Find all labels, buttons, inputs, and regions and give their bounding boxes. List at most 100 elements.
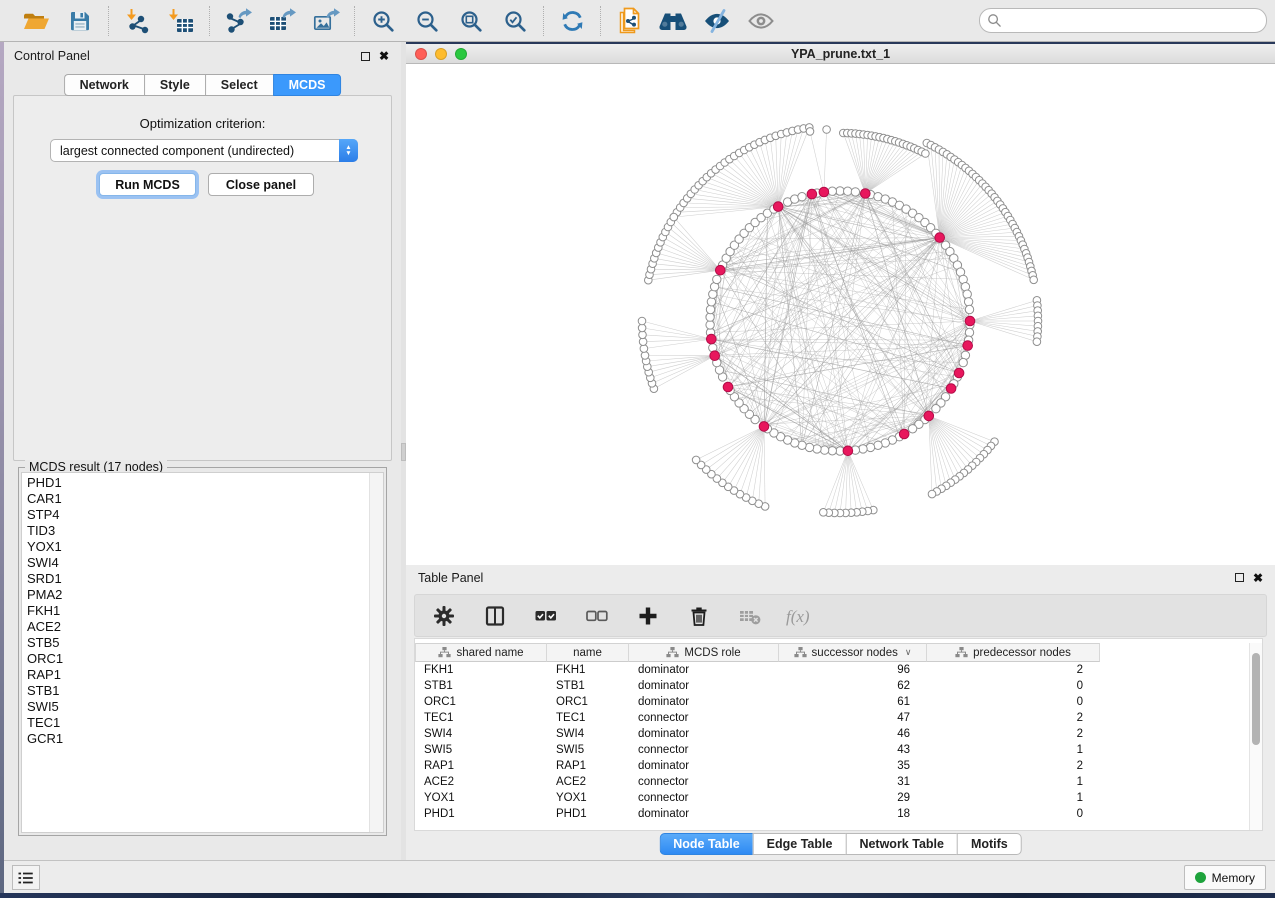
cell-shared-name[interactable]: ORC1	[415, 696, 547, 708]
cell-predecessor-nodes[interactable]: 1	[927, 792, 1100, 804]
cell-shared-name[interactable]: SWI5	[415, 744, 547, 756]
scrollbar-thumb[interactable]	[1252, 653, 1260, 745]
cell-name[interactable]: PHD1	[547, 808, 629, 820]
cell-successor-nodes[interactable]: 61	[779, 696, 927, 708]
task-history-button[interactable]	[12, 865, 40, 890]
cell-successor-nodes[interactable]: 46	[779, 728, 927, 740]
result-item[interactable]: SWI4	[27, 555, 383, 571]
cell-mcds-role[interactable]: connector	[629, 776, 779, 788]
tab-edge-table[interactable]: Edge Table	[753, 833, 846, 855]
add-button[interactable]	[633, 601, 663, 631]
save-button[interactable]	[65, 6, 95, 36]
table-row[interactable]: SWI5SWI5connector431	[415, 742, 1248, 758]
cell-mcds-role[interactable]: dominator	[629, 728, 779, 740]
cell-shared-name[interactable]: PHD1	[415, 808, 547, 820]
cell-shared-name[interactable]: RAP1	[415, 760, 547, 772]
table-row[interactable]: PHD1PHD1dominator180	[415, 806, 1248, 822]
optimization-select[interactable]: largest connected component (undirected)…	[50, 139, 358, 162]
run-mcds-button[interactable]: Run MCDS	[99, 173, 196, 196]
delete-table-button[interactable]	[735, 601, 765, 631]
table-row[interactable]: SWI4SWI4dominator462	[415, 726, 1248, 742]
export-image-button[interactable]	[311, 6, 341, 36]
tab-motifs[interactable]: Motifs	[957, 833, 1022, 855]
result-item[interactable]: STB5	[27, 635, 383, 651]
column-header-shared-name[interactable]: shared name	[415, 643, 547, 662]
cell-name[interactable]: STB1	[547, 680, 629, 692]
result-item[interactable]: GCR1	[27, 731, 383, 747]
cell-name[interactable]: YOX1	[547, 792, 629, 804]
cell-name[interactable]: ACE2	[547, 776, 629, 788]
memory-button[interactable]: Memory	[1184, 865, 1266, 890]
cell-successor-nodes[interactable]: 29	[779, 792, 927, 804]
cell-shared-name[interactable]: FKH1	[415, 664, 547, 676]
zoom-selected-button[interactable]	[500, 6, 530, 36]
cell-predecessor-nodes[interactable]: 2	[927, 712, 1100, 724]
result-item[interactable]: ACE2	[27, 619, 383, 635]
cell-shared-name[interactable]: ACE2	[415, 776, 547, 788]
search-box[interactable]	[979, 8, 1267, 33]
cell-shared-name[interactable]: SWI4	[415, 728, 547, 740]
cell-successor-nodes[interactable]: 35	[779, 760, 927, 772]
table-row[interactable]: TEC1TEC1connector472	[415, 710, 1248, 726]
column-header-successor-nodes[interactable]: successor nodes∨	[779, 643, 927, 662]
result-item[interactable]: PMA2	[27, 587, 383, 603]
gear-button[interactable]	[429, 601, 459, 631]
cell-mcds-role[interactable]: connector	[629, 792, 779, 804]
float-panel-icon[interactable]	[361, 52, 370, 61]
unselect-all-button[interactable]	[582, 601, 612, 631]
cell-name[interactable]: RAP1	[547, 760, 629, 772]
tab-network[interactable]: Network	[64, 74, 144, 96]
cell-name[interactable]: FKH1	[547, 664, 629, 676]
mcds-result-list[interactable]: PHD1CAR1STP4TID3YOX1SWI4SRD1PMA2FKH1ACE2…	[21, 472, 384, 833]
cell-predecessor-nodes[interactable]: 2	[927, 728, 1100, 740]
cell-predecessor-nodes[interactable]: 2	[927, 664, 1100, 676]
table-row[interactable]: STB1STB1dominator620	[415, 678, 1248, 694]
cell-predecessor-nodes[interactable]: 1	[927, 744, 1100, 756]
table-row[interactable]: FKH1FKH1dominator962	[415, 662, 1248, 678]
export-network-button[interactable]	[223, 6, 253, 36]
delete-button[interactable]	[684, 601, 714, 631]
cell-mcds-role[interactable]: connector	[629, 712, 779, 724]
network-canvas[interactable]	[406, 64, 1275, 565]
network-graph[interactable]	[406, 64, 1275, 565]
cell-predecessor-nodes[interactable]: 0	[927, 680, 1100, 692]
result-item[interactable]: PHD1	[27, 475, 383, 491]
result-scrollbar[interactable]	[369, 473, 383, 832]
hide-eye-button[interactable]	[702, 6, 732, 36]
table-row[interactable]: ORC1ORC1dominator610	[415, 694, 1248, 710]
cell-successor-nodes[interactable]: 96	[779, 664, 927, 676]
columns-button[interactable]	[480, 601, 510, 631]
result-item[interactable]: STB1	[27, 683, 383, 699]
close-panel-icon[interactable]: ✖	[379, 50, 389, 62]
result-item[interactable]: RAP1	[27, 667, 383, 683]
cell-shared-name[interactable]: STB1	[415, 680, 547, 692]
cell-mcds-role[interactable]: dominator	[629, 664, 779, 676]
tab-node-table[interactable]: Node Table	[659, 833, 752, 855]
tab-network-table[interactable]: Network Table	[845, 833, 957, 855]
search-input[interactable]	[1002, 14, 1259, 28]
refresh-button[interactable]	[557, 6, 587, 36]
cell-name[interactable]: TEC1	[547, 712, 629, 724]
zoom-in-button[interactable]	[368, 6, 398, 36]
column-header-name[interactable]: name	[547, 643, 629, 662]
cell-shared-name[interactable]: TEC1	[415, 712, 547, 724]
cell-mcds-role[interactable]: dominator	[629, 808, 779, 820]
cell-predecessor-nodes[interactable]: 0	[927, 696, 1100, 708]
result-item[interactable]: SWI5	[27, 699, 383, 715]
table-scrollbar[interactable]	[1249, 643, 1262, 830]
cell-mcds-role[interactable]: dominator	[629, 696, 779, 708]
export-table-button[interactable]	[267, 6, 297, 36]
close-panel-button[interactable]: Close panel	[208, 173, 314, 196]
cell-successor-nodes[interactable]: 43	[779, 744, 927, 756]
float-table-panel-icon[interactable]	[1235, 573, 1244, 582]
doc-network-button[interactable]	[614, 6, 644, 36]
tab-mcds[interactable]: MCDS	[273, 74, 342, 96]
zoom-out-button[interactable]	[412, 6, 442, 36]
open-folder-button[interactable]	[21, 6, 51, 36]
cell-successor-nodes[interactable]: 62	[779, 680, 927, 692]
cell-name[interactable]: SWI4	[547, 728, 629, 740]
result-item[interactable]: SRD1	[27, 571, 383, 587]
result-item[interactable]: CAR1	[27, 491, 383, 507]
close-table-panel-icon[interactable]: ✖	[1253, 572, 1263, 584]
table-row[interactable]: ACE2ACE2connector311	[415, 774, 1248, 790]
